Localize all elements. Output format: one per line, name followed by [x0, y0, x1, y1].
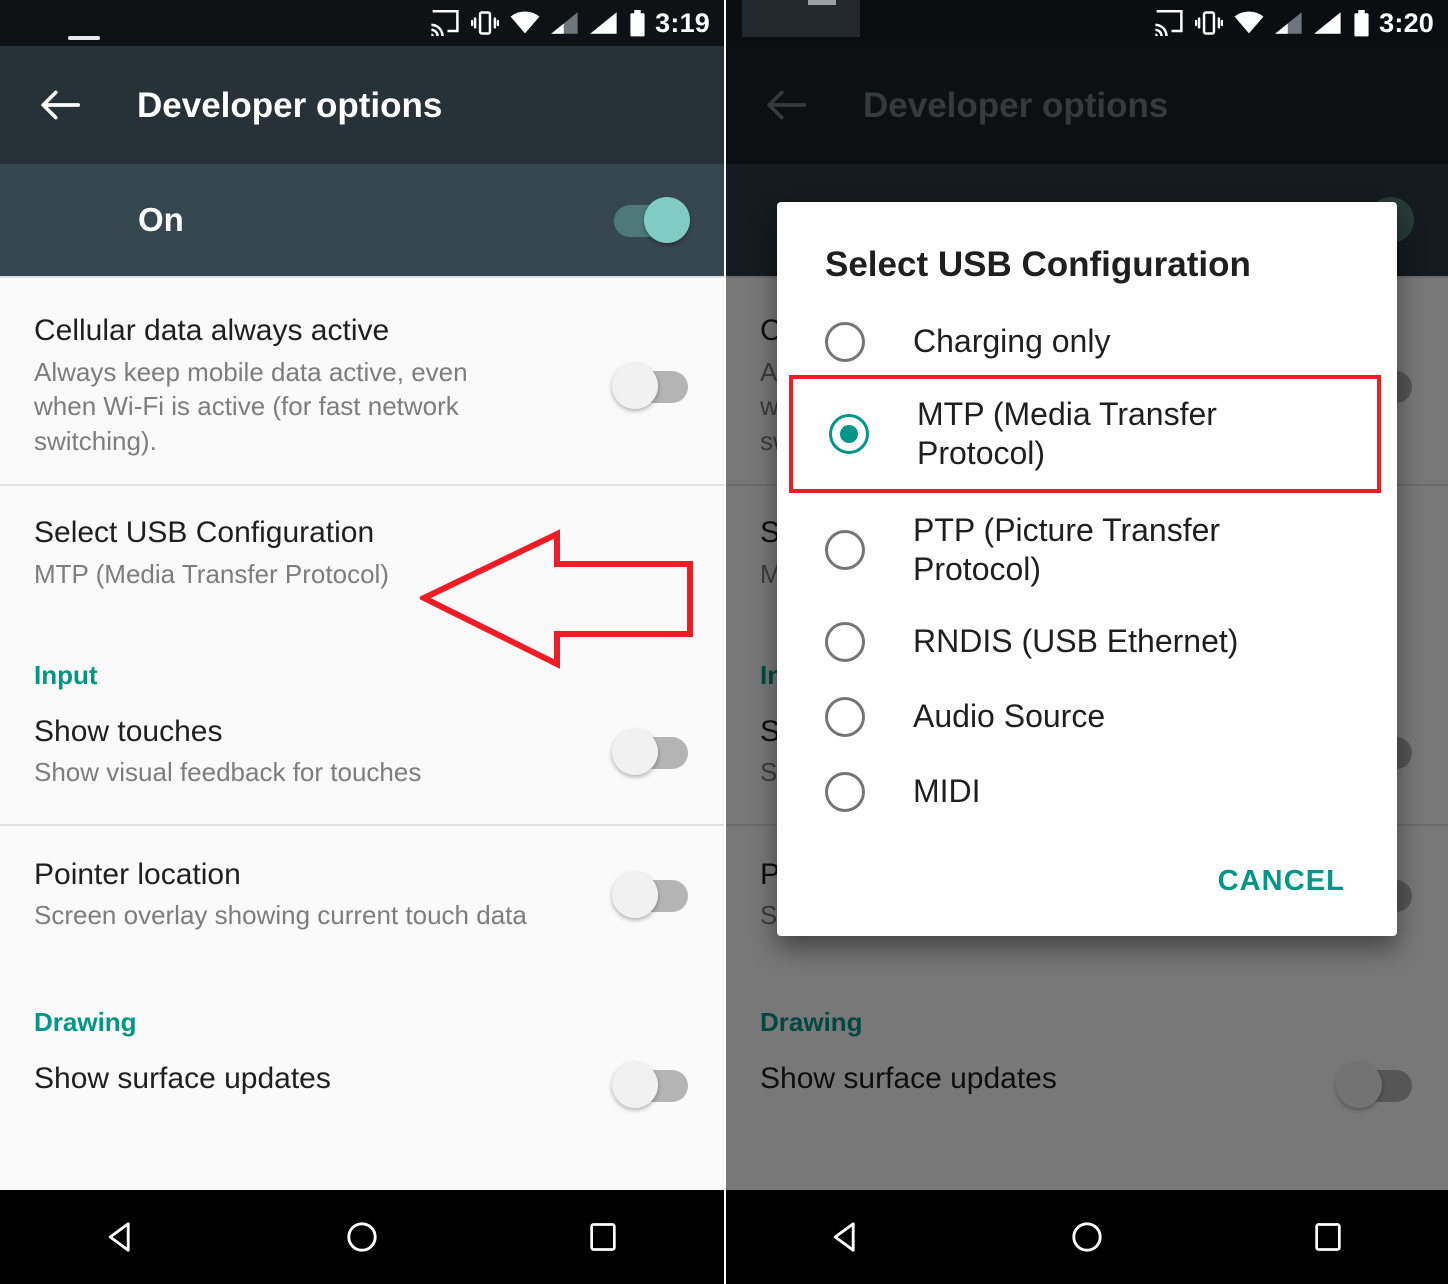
setting-row-show-surface-updates[interactable]: Show surface updates [0, 1051, 724, 1134]
row-texts: Select USB Configuration MTP (Media Tran… [34, 516, 690, 591]
radio-option-mtp[interactable]: MTP (Media Transfer Protocol) [789, 374, 1381, 493]
nav-recents-icon[interactable] [1278, 1207, 1378, 1267]
show-touches-toggle[interactable] [612, 729, 690, 776]
row-control [612, 872, 690, 919]
status-icons [1154, 9, 1370, 37]
row-subtitle: Screen overlay showing current touch dat… [34, 900, 527, 931]
status-bar-right: 3:20 [726, 0, 1448, 46]
battery-icon [629, 9, 646, 37]
radio-label: PTP (Picture Transfer Protocol) [913, 511, 1221, 587]
row-title: Show surface updates [34, 1061, 331, 1095]
nav-back-icon[interactable] [71, 1207, 171, 1267]
master-switch-toggle[interactable] [612, 197, 690, 243]
nav-recents-icon[interactable] [553, 1207, 653, 1267]
row-texts: Pointer location Screen overlay showing … [34, 858, 592, 933]
nav-bar-right [726, 1190, 1448, 1284]
signal-full-icon [1314, 11, 1342, 35]
row-subtitle: MTP (Media Transfer Protocol) [34, 558, 389, 589]
master-switch-label: On [138, 201, 184, 238]
section-header-input: Input [0, 631, 724, 705]
notification-icon [68, 36, 100, 40]
status-bar-clock: 3:19 [655, 7, 710, 38]
radio-button[interactable] [825, 529, 865, 570]
row-texts: Cellular data always active Always keep … [34, 314, 592, 458]
show-surface-updates-toggle[interactable] [612, 1061, 690, 1108]
status-icons [430, 9, 646, 37]
pointer-location-toggle[interactable] [612, 872, 690, 919]
setting-row-select-usb-configuration[interactable]: Select USB Configuration MTP (Media Tran… [0, 486, 724, 632]
status-bar-left: 3:19 [0, 0, 724, 46]
radio-option-midi[interactable]: MIDI [777, 750, 1397, 825]
developer-options-master-row[interactable]: On [0, 164, 724, 276]
row-title: Select USB Configuration [34, 516, 375, 550]
nav-back-icon[interactable] [796, 1207, 896, 1267]
app-bar-left: Developer options [0, 46, 724, 164]
dialog-title: Select USB Configuration [825, 245, 1251, 284]
toggle-thumb [612, 729, 658, 776]
toggle-thumb [612, 872, 658, 919]
section-header-drawing: Drawing [0, 972, 724, 1052]
dialog-actions: CANCEL [777, 825, 1397, 922]
signal-weak-icon [551, 11, 579, 35]
toggle-thumb [612, 1061, 658, 1108]
setting-row-cellular-data[interactable]: Cellular data always active Always keep … [0, 288, 724, 485]
radio-option-rndis[interactable]: RNDIS (USB Ethernet) [777, 602, 1397, 675]
toggle-thumb [612, 363, 658, 410]
row-control [612, 363, 690, 410]
row-control [612, 729, 690, 776]
back-button[interactable] [34, 79, 86, 131]
cast-icon [1154, 10, 1184, 36]
left-phone-screen: 3:19 Developer options On Cellular data … [0, 0, 724, 1284]
notification-shade-block [742, 0, 860, 37]
page-title: Developer options [137, 85, 443, 125]
cancel-button[interactable]: CANCEL [1208, 859, 1355, 904]
radio-button[interactable] [825, 621, 865, 662]
radio-option-charging-only[interactable]: Charging only [777, 309, 1397, 375]
row-texts: Show touches Show visual feedback for to… [34, 715, 592, 790]
settings-list: Cellular data always active Always keep … [0, 288, 724, 1134]
select-usb-configuration-dialog: Select USB Configuration Charging only M… [777, 202, 1397, 936]
radio-button[interactable] [829, 413, 869, 454]
radio-button[interactable] [825, 771, 865, 812]
setting-row-show-touches[interactable]: Show touches Show visual feedback for to… [0, 704, 724, 824]
radio-label: Audio Source [913, 698, 1106, 735]
wifi-icon [1234, 11, 1264, 35]
setting-row-pointer-location[interactable]: Pointer location Screen overlay showing … [0, 825, 724, 973]
radio-button[interactable] [825, 321, 865, 362]
spacer [0, 278, 724, 288]
row-title: Pointer location [34, 857, 241, 891]
toggle-thumb [644, 197, 690, 243]
nav-bar-left [0, 1190, 724, 1284]
radio-button[interactable] [825, 696, 865, 737]
comparison-screenshot: 3:19 Developer options On Cellular data … [0, 0, 1448, 1284]
nav-home-icon[interactable] [312, 1207, 412, 1267]
cellular-data-toggle[interactable] [612, 363, 690, 410]
vibrate-icon [471, 10, 500, 36]
battery-icon [1353, 9, 1370, 37]
radio-option-audio-source[interactable]: Audio Source [777, 675, 1397, 750]
row-title: Show touches [34, 714, 223, 748]
radio-label: MIDI [913, 773, 981, 810]
signal-weak-icon [1275, 11, 1303, 35]
vibrate-icon [1195, 10, 1224, 36]
row-title: Cellular data always active [34, 314, 390, 347]
cast-icon [430, 10, 460, 36]
radio-label: RNDIS (USB Ethernet) [913, 623, 1239, 660]
nav-home-icon[interactable] [1037, 1207, 1137, 1267]
radio-label: Charging only [913, 322, 1111, 359]
radio-label: MTP (Media Transfer Protocol) [917, 395, 1217, 471]
row-subtitle: Always keep mobile data active, even whe… [34, 356, 468, 456]
status-bar-clock: 3:20 [1379, 7, 1434, 38]
wifi-icon [510, 11, 540, 35]
radio-option-ptp[interactable]: PTP (Picture Transfer Protocol) [777, 493, 1397, 602]
row-texts: Show surface updates [34, 1062, 592, 1103]
right-phone-screen: 3:20 Developer options On Cellular data … [724, 0, 1448, 1284]
row-control [612, 1061, 690, 1108]
row-subtitle: Show visual feedback for touches [34, 757, 422, 788]
notification-bar [808, 0, 836, 5]
signal-full-icon [590, 11, 618, 35]
